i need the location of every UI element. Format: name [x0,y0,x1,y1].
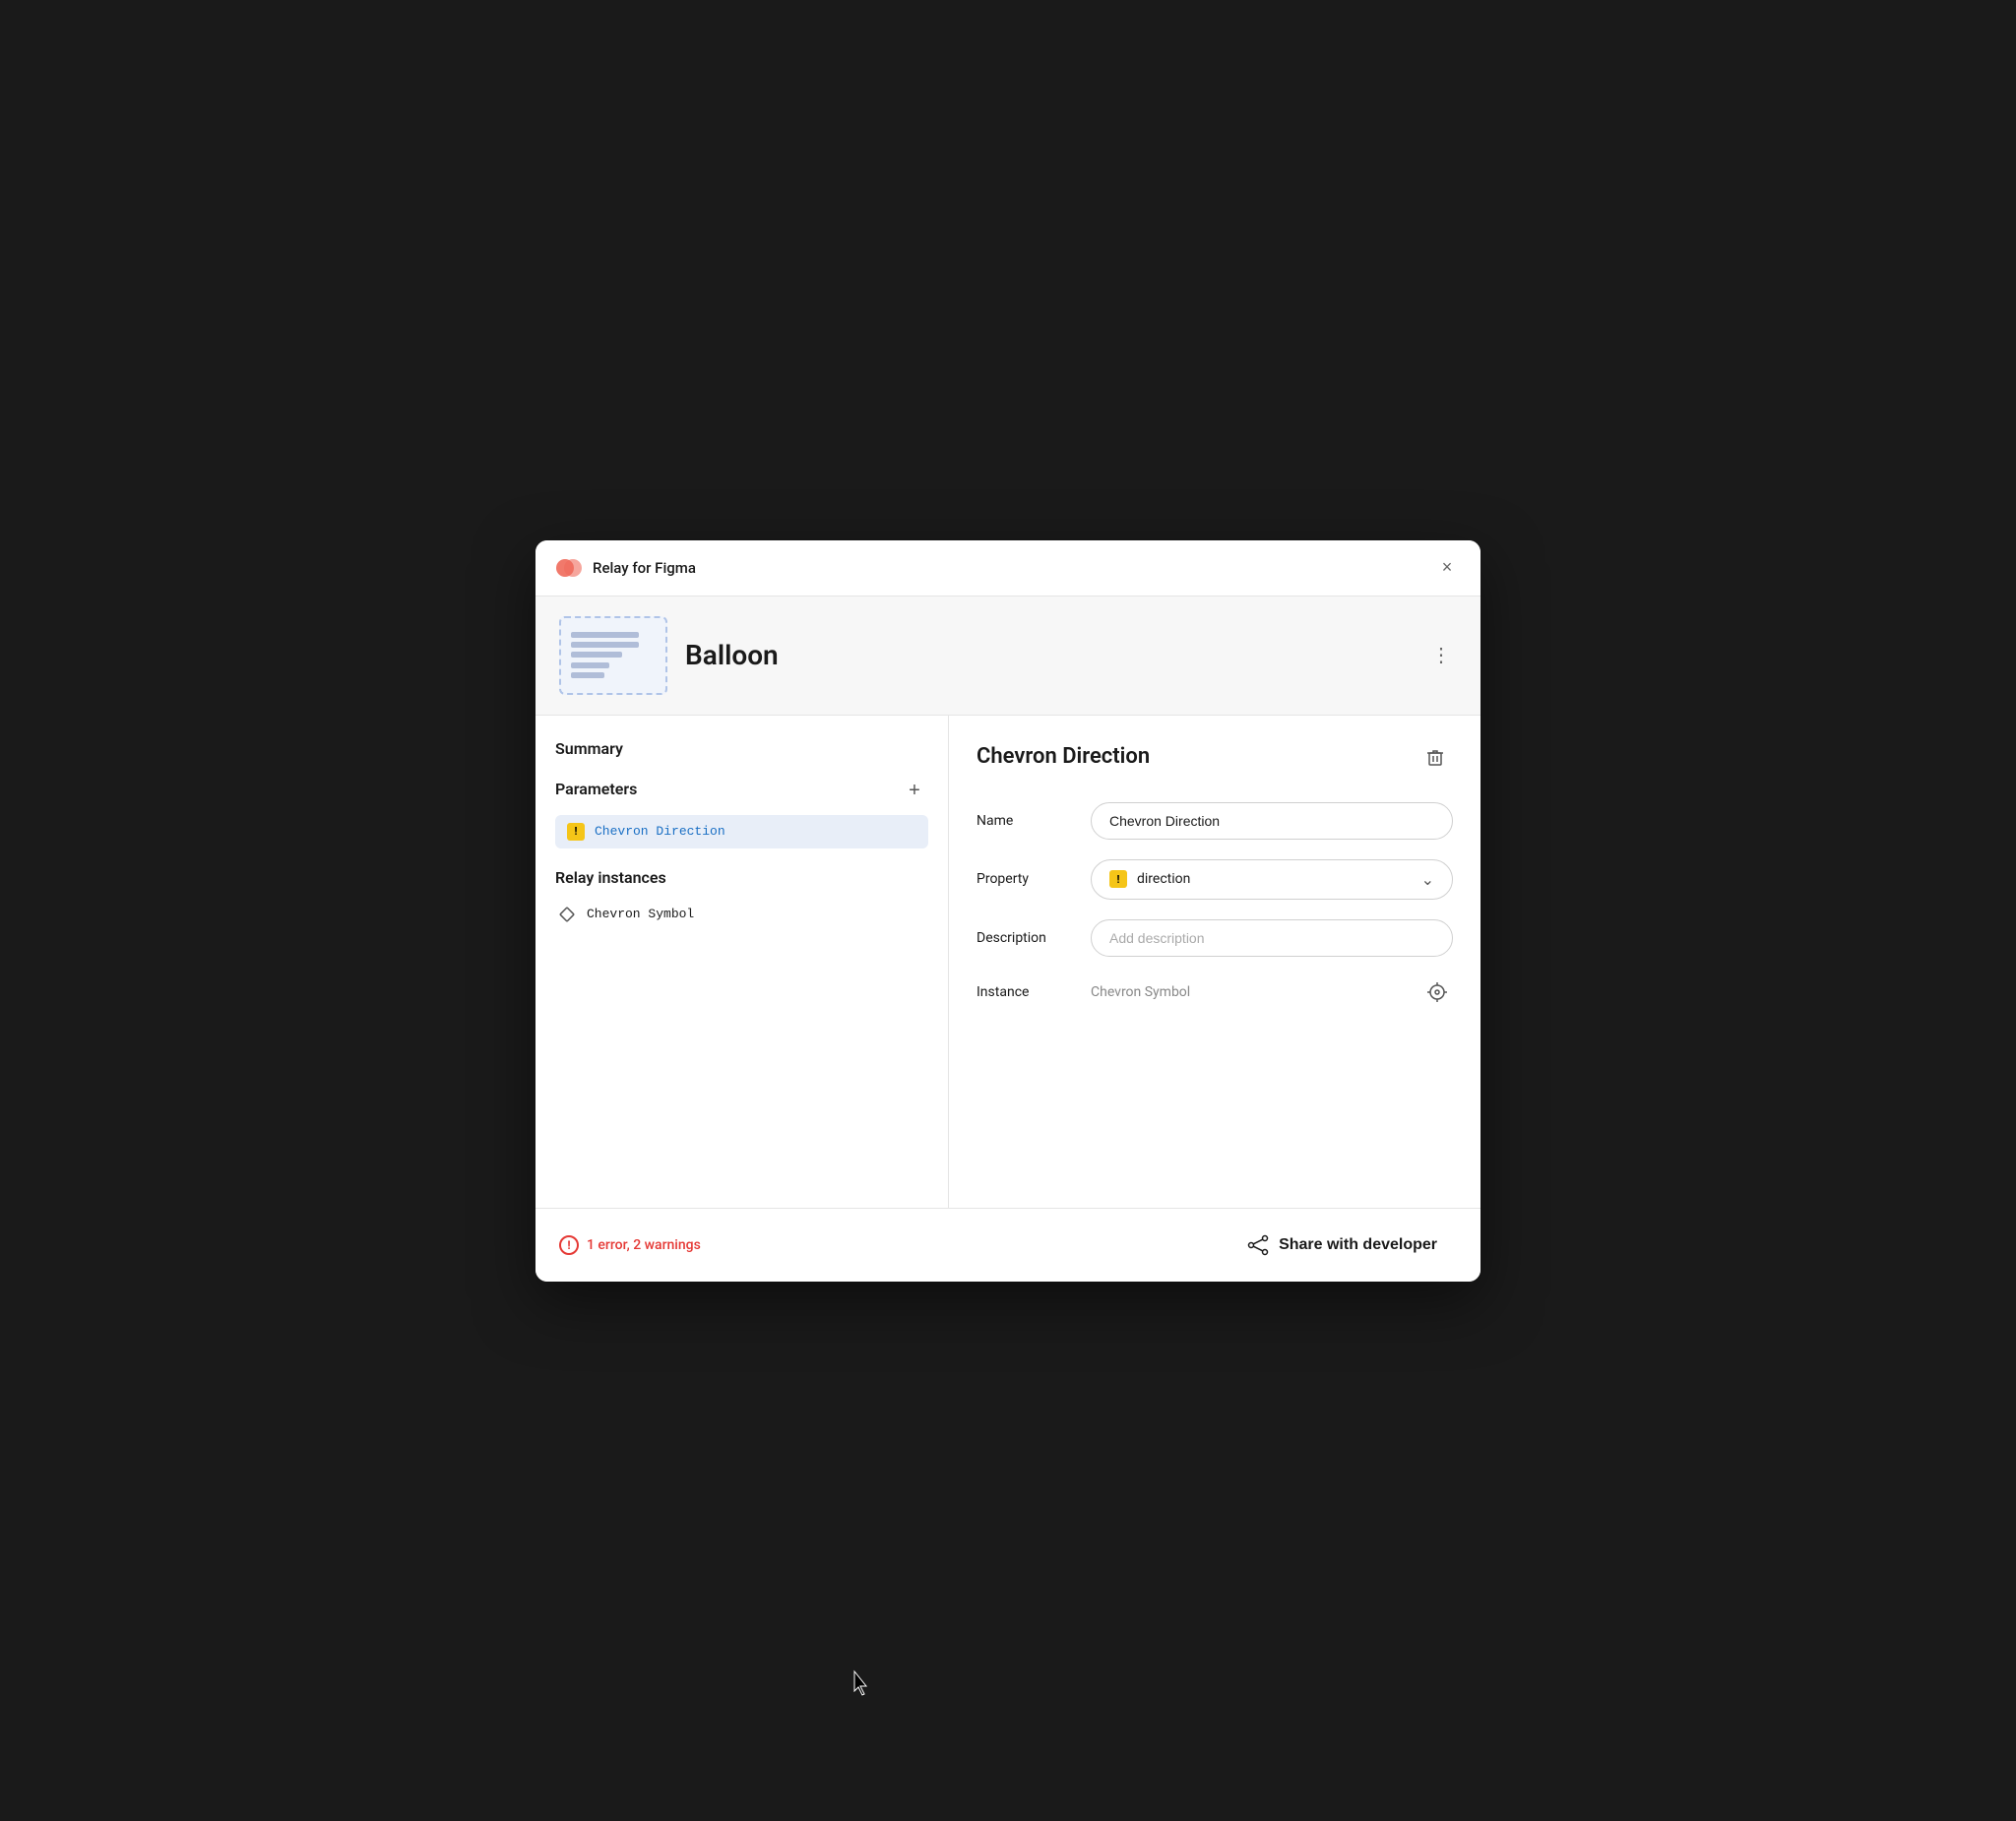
property-warning-badge: ! [1109,870,1127,888]
app-title: Relay for Figma [593,559,696,577]
right-header: Chevron Direction [976,739,1453,775]
main-content: Summary Parameters + ! Chevron Direction [536,716,1480,1208]
diamond-icon [559,907,575,922]
more-icon: ⋮ [1431,643,1451,667]
select-left: ! direction [1109,870,1190,888]
thumb-group-1 [571,632,656,658]
property-select-wrapper: ! direction ⌄ [1091,859,1453,900]
instance-item-chevron-symbol[interactable]: Chevron Symbol [555,901,928,928]
share-icon [1247,1234,1269,1256]
component-name: Balloon [685,639,779,671]
thumb-line-5 [571,672,604,678]
param-item-chevron-direction[interactable]: ! Chevron Direction [555,815,928,848]
app-window: Relay for Figma × Balloon ⋮ [536,540,1480,1282]
relay-instances-title: Relay instances [555,868,928,887]
description-input[interactable] [1091,919,1453,957]
thumb-line-4 [571,662,609,668]
right-panel: Chevron Direction Name Pro [949,716,1480,1208]
component-left: Balloon [559,616,779,695]
relay-logo-icon [555,554,583,582]
property-field-row: Property ! direction ⌄ [976,859,1453,900]
cursor [850,1669,874,1703]
warning-badge: ! [567,823,585,841]
summary-title: Summary [555,739,623,758]
delete-button[interactable] [1418,739,1453,775]
footer: ! 1 error, 2 warnings Share with develop… [536,1208,1480,1282]
parameters-header: Parameters + [555,778,928,805]
name-field-row: Name [976,802,1453,840]
instance-field-row: Instance Chevron Symbol [976,976,1453,1008]
error-text: 1 error, 2 warnings [587,1237,701,1253]
plus-icon: + [909,780,920,802]
instance-field-container: Chevron Symbol [1091,976,1453,1008]
property-value: direction [1137,871,1190,887]
chevron-down-icon: ⌄ [1421,870,1434,889]
titlebar: Relay for Figma × [536,540,1480,597]
parameters-section: Parameters + ! Chevron Direction [555,778,928,848]
description-field-row: Description [976,919,1453,957]
description-label: Description [976,930,1075,946]
close-button[interactable]: × [1433,554,1461,582]
name-label: Name [976,813,1075,829]
add-parameter-button[interactable]: + [901,778,928,805]
thumb-group-2 [571,662,656,678]
target-button[interactable] [1421,976,1453,1008]
left-panel: Summary Parameters + ! Chevron Direction [536,716,949,1208]
crosshair-icon [1425,980,1449,1004]
instance-label-right: Instance [976,984,1075,1000]
trash-icon [1424,746,1446,768]
more-options-button[interactable]: ⋮ [1425,640,1457,671]
share-label: Share with developer [1279,1236,1437,1254]
instance-value: Chevron Symbol [1091,984,1190,1000]
error-info: ! 1 error, 2 warnings [559,1235,701,1255]
thumb-line-1 [571,632,639,638]
property-label: Property [976,871,1075,887]
titlebar-left: Relay for Figma [555,554,696,582]
name-input[interactable] [1091,802,1453,840]
right-panel-title: Chevron Direction [976,744,1150,769]
component-thumbnail [559,616,667,695]
instance-label: Chevron Symbol [587,907,694,921]
relay-instances-section: Relay instances Chevron Symbol [555,868,928,928]
error-icon: ! [559,1235,579,1255]
thumb-line-2 [571,642,639,648]
property-select[interactable]: ! direction ⌄ [1091,859,1453,900]
close-icon: × [1442,557,1453,578]
share-with-developer-button[interactable]: Share with developer [1228,1224,1457,1266]
summary-section: Summary [555,739,928,758]
component-header: Balloon ⋮ [536,597,1480,716]
parameters-title: Parameters [555,780,637,798]
param-label: Chevron Direction [595,824,725,839]
thumb-line-3 [571,652,622,658]
